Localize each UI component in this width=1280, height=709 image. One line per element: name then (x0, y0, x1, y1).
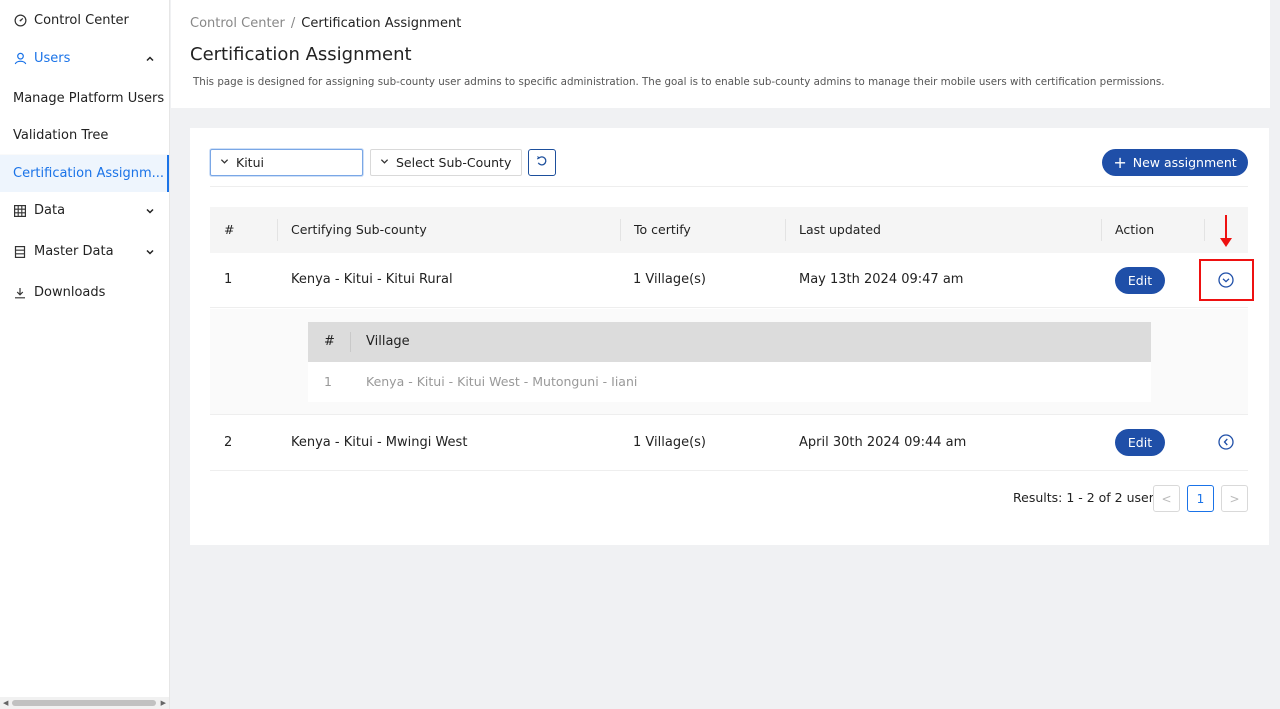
sidebar-item-label: Control Center (34, 13, 129, 28)
breadcrumb: Control Center / Certification Assignmen… (190, 16, 461, 31)
edit-button[interactable]: Edit (1115, 429, 1165, 456)
village-table-header: # Village (308, 322, 1151, 362)
sidebar-item-label: Data (34, 203, 66, 218)
column-header-subcounty: Certifying Sub-county (291, 222, 427, 237)
row-subcounty: Kenya - Kitui - Kitui Rural (291, 272, 453, 287)
breadcrumb-separator: / (290, 16, 296, 31)
pagination-prev-button[interactable]: < (1153, 485, 1180, 512)
sidebar-item-control-center[interactable]: Control Center (0, 2, 169, 39)
edit-button-label: Edit (1127, 273, 1153, 288)
breadcrumb-current: Certification Assignment (301, 16, 462, 31)
user-icon (13, 52, 27, 66)
pagination-page-button[interactable]: 1 (1187, 485, 1214, 512)
sidebar-item-users[interactable]: Users (0, 40, 169, 77)
table-header: # Certifying Sub-county To certify Last … (210, 207, 1248, 253)
table-row: 1 Kenya - Kitui - Kitui Rural 1 Village(… (210, 253, 1248, 308)
table-row: 2 Kenya - Kitui - Mwingi West 1 Village(… (210, 416, 1248, 471)
page-description: This page is designed for assigning sub-… (193, 76, 1165, 88)
column-header-number: # (224, 222, 235, 237)
row-number: 1 (224, 272, 233, 287)
village-row-number: 1 (324, 374, 332, 389)
column-separator (1101, 219, 1102, 241)
row-last-updated: April 30th 2024 09:44 am (799, 435, 967, 450)
row-to-certify: 1 Village(s) (633, 272, 706, 287)
expanded-row: # Village 1 Kenya - Kitui - Kitui West -… (210, 309, 1248, 415)
subcounty-select[interactable]: Select Sub-County (370, 149, 522, 176)
database-icon (13, 245, 27, 259)
pagination-results: Results: 1 - 2 of 2 users (1013, 490, 1161, 505)
village-col-number: # (324, 334, 335, 349)
edit-button-label: Edit (1127, 435, 1153, 450)
sidebar-item-label: Downloads (34, 285, 106, 300)
reload-button[interactable] (528, 149, 556, 176)
chevron-down-icon (380, 157, 389, 169)
chevron-down-icon (145, 205, 155, 215)
scroll-left-icon[interactable]: ◀ (3, 699, 8, 707)
sidebar-item-validation-tree[interactable]: Validation Tree (0, 117, 169, 154)
sidebar-item-label: Master Data (34, 244, 114, 259)
county-select-value: Kitui (236, 155, 264, 170)
download-icon (13, 286, 27, 300)
sidebar: Control Center Users Manage Platform Use… (0, 0, 170, 709)
divider (210, 186, 1248, 187)
assignment-card: Kitui Select Sub-County + New assignment… (190, 128, 1269, 545)
sidebar-item-master-data[interactable]: Master Data (0, 233, 169, 270)
expand-circle-left-icon[interactable] (1218, 434, 1234, 450)
chevron-down-icon (145, 246, 155, 256)
sidebar-item-label: Validation Tree (13, 128, 109, 143)
row-subcounty: Kenya - Kitui - Mwingi West (291, 435, 468, 450)
reload-icon (536, 155, 548, 171)
table-icon (13, 204, 27, 218)
chevron-down-icon (220, 157, 229, 169)
column-separator (277, 219, 278, 241)
village-col-village: Village (366, 334, 410, 349)
column-header-to-certify: To certify (634, 222, 691, 237)
subcounty-select-placeholder: Select Sub-County (396, 155, 512, 170)
column-separator (785, 219, 786, 241)
chevron-left-icon: < (1161, 491, 1172, 506)
vertical-scrollbar[interactable] (1270, 0, 1280, 709)
row-to-certify: 1 Village(s) (633, 435, 706, 450)
sidebar-item-data[interactable]: Data (0, 192, 169, 229)
village-table: # Village 1 Kenya - Kitui - Kitui West -… (308, 322, 1151, 402)
plus-icon: + (1113, 152, 1127, 172)
new-assignment-button[interactable]: + New assignment (1102, 149, 1248, 176)
village-row-name: Kenya - Kitui - Kitui West - Mutonguni -… (366, 374, 638, 389)
column-separator (1204, 219, 1205, 241)
edit-button[interactable]: Edit (1115, 267, 1165, 294)
column-separator (620, 219, 621, 241)
annotation-highlight-box (1199, 259, 1254, 301)
column-header-last-updated: Last updated (799, 222, 881, 237)
sidebar-item-manage-platform-users[interactable]: Manage Platform Users (0, 80, 169, 117)
column-header-action: Action (1115, 222, 1155, 237)
sidebar-item-downloads[interactable]: Downloads (0, 274, 169, 311)
pagination-page-label: 1 (1196, 491, 1205, 506)
scrollbar-thumb[interactable] (12, 700, 156, 706)
pagination-next-button[interactable]: > (1221, 485, 1248, 512)
page-header: Control Center / Certification Assignmen… (171, 0, 1280, 108)
sidebar-item-certification-assignment[interactable]: Certification Assignm... (0, 155, 169, 192)
page-title: Certification Assignment (190, 44, 412, 65)
horizontal-scrollbar[interactable]: ◀ ▶ (0, 697, 169, 709)
scroll-right-icon[interactable]: ▶ (161, 699, 166, 707)
chevron-up-icon (145, 53, 155, 63)
sidebar-item-label: Manage Platform Users (13, 91, 165, 106)
row-last-updated: May 13th 2024 09:47 am (799, 272, 964, 287)
sidebar-item-label: Certification Assignm... (13, 166, 165, 181)
column-separator (350, 332, 351, 352)
row-number: 2 (224, 435, 233, 450)
dashboard-icon (13, 14, 27, 28)
village-row: 1 Kenya - Kitui - Kitui West - Mutonguni… (308, 362, 1151, 402)
annotation-arrow-head (1220, 238, 1232, 247)
breadcrumb-root[interactable]: Control Center (190, 16, 285, 31)
chevron-right-icon: > (1229, 491, 1240, 506)
sidebar-item-label: Users (34, 51, 71, 66)
annotation-arrow (1225, 215, 1227, 239)
county-select[interactable]: Kitui (210, 149, 363, 176)
new-assignment-label: New assignment (1132, 155, 1237, 170)
